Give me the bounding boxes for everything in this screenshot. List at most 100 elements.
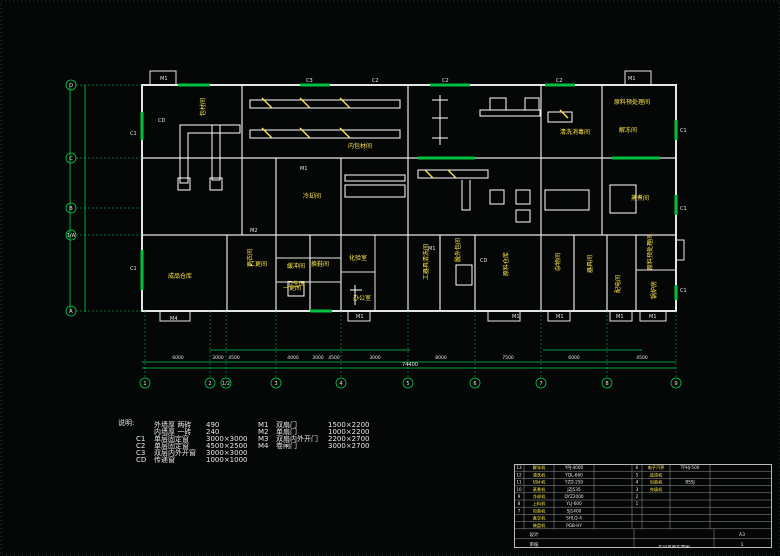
room-label-r20: 原料预处理间 (646, 234, 654, 270)
axis-number-0: 1 (143, 381, 146, 387)
title-table-cell: 上料机 (533, 500, 546, 507)
dimension-segment-6: 3000 (369, 355, 381, 361)
title-table-cell: 包装机 (533, 507, 546, 514)
room-label-r4: 成品仓库 (168, 272, 192, 280)
axis-letter-1: C (69, 156, 73, 162)
title-table-cell: TPHJ-500 (680, 465, 700, 470)
svg-text:M1: M1 (556, 314, 564, 320)
svg-text:C1: C1 (130, 266, 137, 272)
svg-text:C2: C2 (372, 78, 379, 84)
room-label-r9: 化验室 (349, 254, 367, 262)
title-table-cell: 真空机 (533, 515, 546, 522)
room-label-r1: 包材间 (199, 98, 207, 116)
title-table-cell: 切片机 (533, 479, 546, 486)
dimension-segment-7: 8000 (435, 355, 447, 361)
title-table-cell: 7 (518, 508, 521, 513)
dimension-labels: 74400 6000 3000 4500 4000 3000 4500 3000 8000 750… (172, 355, 648, 368)
note-desc: 传递窗 (154, 456, 175, 464)
cad-drawing-canvas: M1 M1 C3 C2 C2 C2 C1 C1 C1 C1 C1 CD CD M4 M2 M1 … (0, 0, 780, 556)
svg-text:C2: C2 (556, 78, 563, 84)
title-table-cell: 装盘机 (533, 522, 546, 529)
svg-text:M1: M1 (649, 314, 657, 320)
title-table-cell: 5 (636, 472, 639, 477)
axis-letter-4: A (69, 309, 73, 315)
dimension-segment-4: 3000 (312, 355, 324, 361)
svg-text:M1: M1 (300, 166, 308, 172)
title-table-cell: YLJ-600 (565, 501, 582, 506)
title-block: 13 解冻机 YPJ-4000 6 电子汽秤 TPHJ-50012 清洗机 YQL-660 5 盐… (514, 464, 772, 548)
axis-letter-2: B (69, 206, 73, 212)
dimension-segment-3: 4000 (287, 355, 299, 361)
note-desc: 卷闸门 (276, 442, 297, 450)
title-table-cell: 3 (636, 487, 639, 492)
title-block-field-3: A3 (739, 532, 745, 538)
title-table-cell: 10 (516, 487, 522, 492)
axis-number-2: 1/2 (222, 381, 230, 387)
room-label-r18: 配电间 (614, 275, 622, 293)
svg-text:M1: M1 (160, 76, 168, 82)
title-table-cell: 1 (636, 501, 639, 506)
axis-number-8: 8 (605, 381, 608, 387)
svg-text:C1: C1 (680, 206, 687, 212)
title-table-cell: DYZ2000 (564, 494, 583, 499)
title-table-cell: SJ1400 (567, 508, 582, 513)
axis-letter-3: 1/A (67, 233, 76, 239)
title-block-field-4: 1 (741, 542, 744, 548)
room-label-r17: 器具间 (586, 255, 594, 273)
axis-letter-0: D (69, 83, 73, 89)
svg-text:M1: M1 (512, 314, 520, 320)
title-block-field-1: 审核 (530, 541, 539, 548)
title-table-cell: 2 (636, 494, 639, 499)
title-table-cell: 电子汽秤 (648, 464, 665, 471)
axis-number-3: 3 (274, 381, 277, 387)
title-table-cell: 冷却机 (533, 493, 546, 500)
svg-text:C1: C1 (680, 288, 687, 294)
title-table-cell: 6 (636, 465, 639, 470)
title-table-cell: YZD-250 (564, 480, 583, 485)
title-table-cell: 13 (516, 465, 522, 470)
note-val: 1000×1000 (206, 456, 248, 464)
svg-text:C3: C3 (306, 78, 313, 84)
title-table-cell: 12 (516, 472, 522, 477)
title-table-cell: 4 (636, 480, 639, 485)
dimension-segment-9: 6000 (568, 355, 580, 361)
dimension-segment-8: 7500 (502, 355, 514, 361)
axis-grid: 1 2 1/2 3 4 5 6 7 8 9 D C B 1/A A (65, 79, 682, 389)
title-table-cell: SHLQ-4 (566, 516, 582, 521)
title-table-cell: 盐渍机 (650, 471, 663, 478)
room-label-r8: 换鞋间 (311, 260, 329, 268)
title-table-cell: JZJ535 (566, 487, 581, 492)
dimension-overall: 74400 (402, 362, 418, 368)
notes-heading: 说明: (118, 419, 135, 427)
room-label-r2: 内包材间 (348, 142, 372, 150)
title-table-cell: 充填机 (650, 486, 663, 493)
room-label-r19: 锅炉房 (650, 281, 658, 299)
dimension-segment-1: 3000 (212, 355, 224, 361)
room-label-r22: 清洗消毒间 (560, 128, 590, 136)
room-label-r7: 缓冲间 (287, 262, 305, 270)
dimension-segment-5: 4500 (328, 355, 340, 361)
axis-number-5: 5 (406, 381, 409, 387)
axis-number-7: 7 (539, 381, 542, 387)
dimension-segment-2: 4500 (228, 355, 240, 361)
room-label-r14: 脱外包间 (454, 238, 462, 262)
axis-number-1: 2 (208, 381, 211, 387)
room-label-r6: 二更间 (249, 260, 267, 268)
room-label-r24: 原料预处理间 (614, 98, 650, 106)
dimension-segment-0: 6000 (172, 355, 184, 361)
svg-text:M1: M1 (616, 314, 624, 320)
note-code: M4 (258, 442, 269, 450)
svg-text:C1: C1 (680, 128, 687, 134)
title-table-cell: YQL-660 (564, 472, 583, 477)
title-table-cell: 11 (516, 480, 522, 485)
note-code: CD (136, 456, 147, 464)
svg-text:M4: M4 (170, 316, 178, 322)
svg-text:CD: CD (480, 258, 487, 264)
note-val: 3000×2700 (328, 442, 370, 450)
title-table-cell: 8 (518, 501, 521, 506)
title-table-cell: 9 (518, 494, 521, 499)
room-label-r15: 原料仓库 (502, 252, 510, 276)
svg-text:M1: M1 (356, 314, 364, 320)
title-table-cell: PGB-HY (566, 523, 582, 528)
axis-number-4: 4 (339, 381, 342, 387)
